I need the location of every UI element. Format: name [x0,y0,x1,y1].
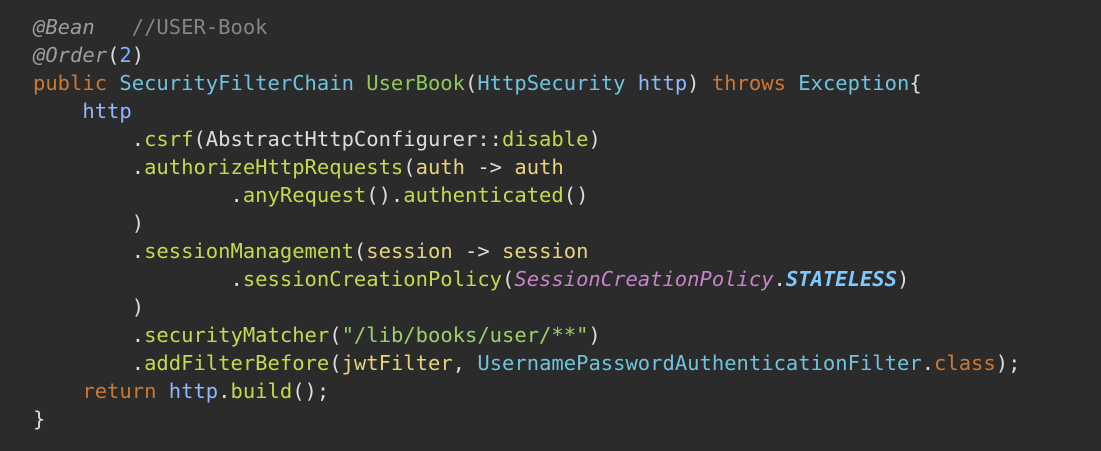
code-token: 2 [119,43,132,67]
code-token: disable [502,127,589,151]
code-token: . [773,267,786,291]
code-token: . [33,323,145,347]
code-token: ) [33,211,145,235]
code-token: ) [588,323,601,347]
code-token: ( [465,71,478,95]
code-token: ( [329,351,342,375]
code-token: addFilterBefore [144,351,330,375]
code-line[interactable]: .authorizeHttpRequests(auth -> auth [33,153,1101,181]
code-line[interactable]: } [33,405,1101,433]
code-token: ) [896,267,910,291]
code-token: build [230,379,293,403]
code-line[interactable]: @Order(2) [33,41,1101,69]
code-token: public [33,71,120,95]
code-token: return [82,379,169,403]
code-token: -> [452,239,503,263]
code-line[interactable]: return http.build(); [33,377,1101,405]
code-token: session [366,239,453,263]
code-token: session [502,239,589,263]
code-token: HttpSecurity [477,71,638,95]
code-token: . [33,267,243,291]
code-token: . [921,351,935,375]
code-token: @Bean [33,15,95,39]
code-token: sessionCreationPolicy [242,267,503,291]
code-token: jwtFilter [341,351,453,375]
code-token: securityMatcher [144,323,330,347]
code-token: throws [711,71,799,95]
code-token: STATELESS [785,267,897,291]
code-token: () [563,183,589,207]
code-token: auth [514,155,564,179]
code-line[interactable]: public SecurityFilterChain UserBook(Http… [33,69,1101,97]
code-token: Exception [798,71,910,95]
code-token: authenticated [403,183,564,207]
code-token: (AbstractHttpConfigurer:: [193,127,503,151]
code-line[interactable]: .securityMatcher("/lib/books/user/**") [33,321,1101,349]
code-token: , [452,351,478,375]
code-line[interactable]: .csrf(AbstractHttpConfigurer::disable) [33,125,1101,153]
code-token: ); [995,351,1021,375]
code-token: . [33,127,145,151]
code-token: } [33,407,46,431]
code-token: @Order [33,43,108,67]
code-token: ) [588,127,601,151]
code-token: ( [107,43,120,67]
code-token: (). [366,183,404,207]
code-token: ) [687,71,712,95]
code-token: http [637,71,688,95]
code-token: auth [415,155,465,179]
code-block[interactable]: @Bean //USER-Book @Order(2) public Securit… [33,13,1101,433]
code-line[interactable]: @Bean //USER-Book [33,13,1101,41]
code-token: ) [33,295,145,319]
code-line[interactable]: .sessionManagement(session -> session [33,237,1101,265]
code-token: ( [329,323,342,347]
code-token: . [33,155,145,179]
code-line[interactable]: ) [33,293,1101,321]
code-token: . [33,351,145,375]
code-line[interactable]: .anyRequest().authenticated() [33,181,1101,209]
code-token: "/lib/books/user/**" [341,323,589,347]
code-token: UserBook [366,71,465,95]
code-token: //USER-Book [131,15,268,39]
code-token: anyRequest [242,183,367,207]
code-token: SecurityFilterChain [119,71,367,95]
code-token: (); [292,379,330,403]
code-token: SessionCreationPolicy [514,267,774,291]
code-token: csrf [144,127,194,151]
code-token: http [82,99,132,123]
code-token: . [33,239,145,263]
code-token: ( [353,239,367,263]
code-line[interactable]: ) [33,209,1101,237]
code-token: UsernamePasswordAuthenticationFilter [477,351,922,375]
code-token: { [909,71,922,95]
code-token: ( [502,267,515,291]
code-token: http [168,379,219,403]
code-token: . [33,183,243,207]
code-editor[interactable]: @Bean //USER-Book @Order(2) public Securit… [0,0,1101,451]
code-token: ) [131,43,145,67]
code-line[interactable]: .addFilterBefore(jwtFilter, UsernamePass… [33,349,1101,377]
code-token: -> [465,155,515,179]
code-token: ( [403,155,416,179]
code-token: class [934,351,996,375]
code-token: . [218,379,231,403]
code-token: sessionManagement [144,239,354,263]
code-line[interactable]: http [33,97,1101,125]
code-line[interactable]: .sessionCreationPolicy(SessionCreationPo… [33,265,1101,293]
code-token: authorizeHttpRequests [144,155,404,179]
